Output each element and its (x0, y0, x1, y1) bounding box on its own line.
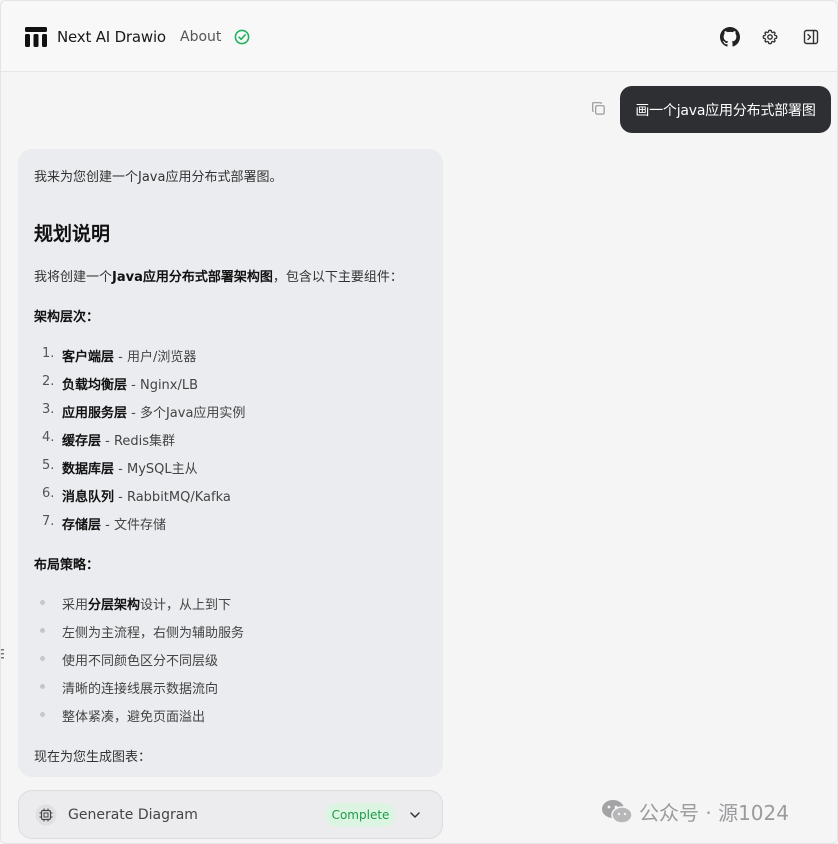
plan-heading: 规划说明 (34, 223, 111, 245)
resize-handle-icon[interactable] (1, 647, 5, 661)
list-number: 2. (42, 374, 55, 389)
gear-icon[interactable] (762, 29, 778, 45)
bullet-dot (40, 628, 45, 633)
intro-text: 我来为您创建一个Java应用分布式部署图。 (34, 170, 283, 185)
list-item: 缓存层 - Redis集群 (62, 434, 176, 449)
bullet-item: 左侧为主流程，右侧为辅助服务 (62, 626, 245, 641)
list-number: 1. (42, 346, 55, 361)
list-item: 存储层 - 文件存储 (62, 518, 166, 533)
closing-text: 现在为您生成图表： (34, 750, 152, 765)
list-item: 数据库层 - MySQL主从 (62, 462, 198, 477)
logo-icon (25, 27, 47, 47)
list-item: 客户端层 - 用户/浏览器 (62, 350, 197, 365)
list-number: 6. (42, 486, 55, 501)
bullet-item: 清晰的连接线展示数据流向 (62, 682, 219, 697)
watermark: 公众号 · 源1024 (601, 797, 789, 826)
bullet-dot (40, 656, 45, 661)
assistant-message-card: 我来为您创建一个Java应用分布式部署图。 规划说明 我将创建一个Java应用分… (18, 149, 443, 777)
app-title[interactable]: Next AI Drawio (57, 28, 166, 46)
list-item: 消息队列 - RabbitMQ/Kafka (62, 490, 231, 505)
panel-toggle-icon[interactable] (803, 29, 819, 45)
tool-label: Generate Diagram (68, 807, 198, 823)
check-circle-icon (234, 29, 250, 45)
bullet-item: 使用不同颜色区分不同层级 (62, 654, 219, 669)
strategy-title: 布局策略： (34, 558, 100, 573)
chevron-down-icon[interactable] (408, 808, 422, 822)
github-icon[interactable] (720, 27, 740, 47)
status-badge: Complete (325, 803, 396, 827)
layers-title: 架构层次： (34, 310, 100, 325)
bullet-dot (40, 712, 45, 717)
plan-description: 我将创建一个Java应用分布式部署架构图，包含以下主要组件： (34, 270, 403, 285)
chip-icon (35, 804, 57, 826)
list-number: 5. (42, 458, 55, 473)
copy-icon[interactable] (591, 101, 606, 116)
watermark-text: 公众号 · 源1024 (639, 801, 789, 825)
about-link[interactable]: About (180, 29, 221, 45)
user-message-bubble: 画一个java应用分布式部署图 (620, 86, 831, 133)
generate-diagram-tool-card[interactable]: Generate Diagram Complete (18, 790, 443, 839)
wechat-icon (602, 799, 633, 824)
top-header: Next AI Drawio About (1, 1, 837, 72)
bullet-item: 整体紧凑，避免页面溢出 (62, 710, 206, 725)
bullet-dot (40, 600, 45, 605)
list-item: 应用服务层 - 多个Java应用实例 (62, 406, 246, 421)
list-item: 负载均衡层 - Nginx/LB (62, 378, 199, 393)
list-number: 7. (42, 514, 55, 529)
bullet-dot (40, 684, 45, 689)
app-window: Next AI Drawio About 画一个java应用分布式部署图 我来为… (0, 0, 838, 844)
list-number: 4. (42, 430, 55, 445)
list-number: 3. (42, 402, 55, 417)
bullet-item: 采用分层架构设计，从上到下 (62, 598, 232, 613)
